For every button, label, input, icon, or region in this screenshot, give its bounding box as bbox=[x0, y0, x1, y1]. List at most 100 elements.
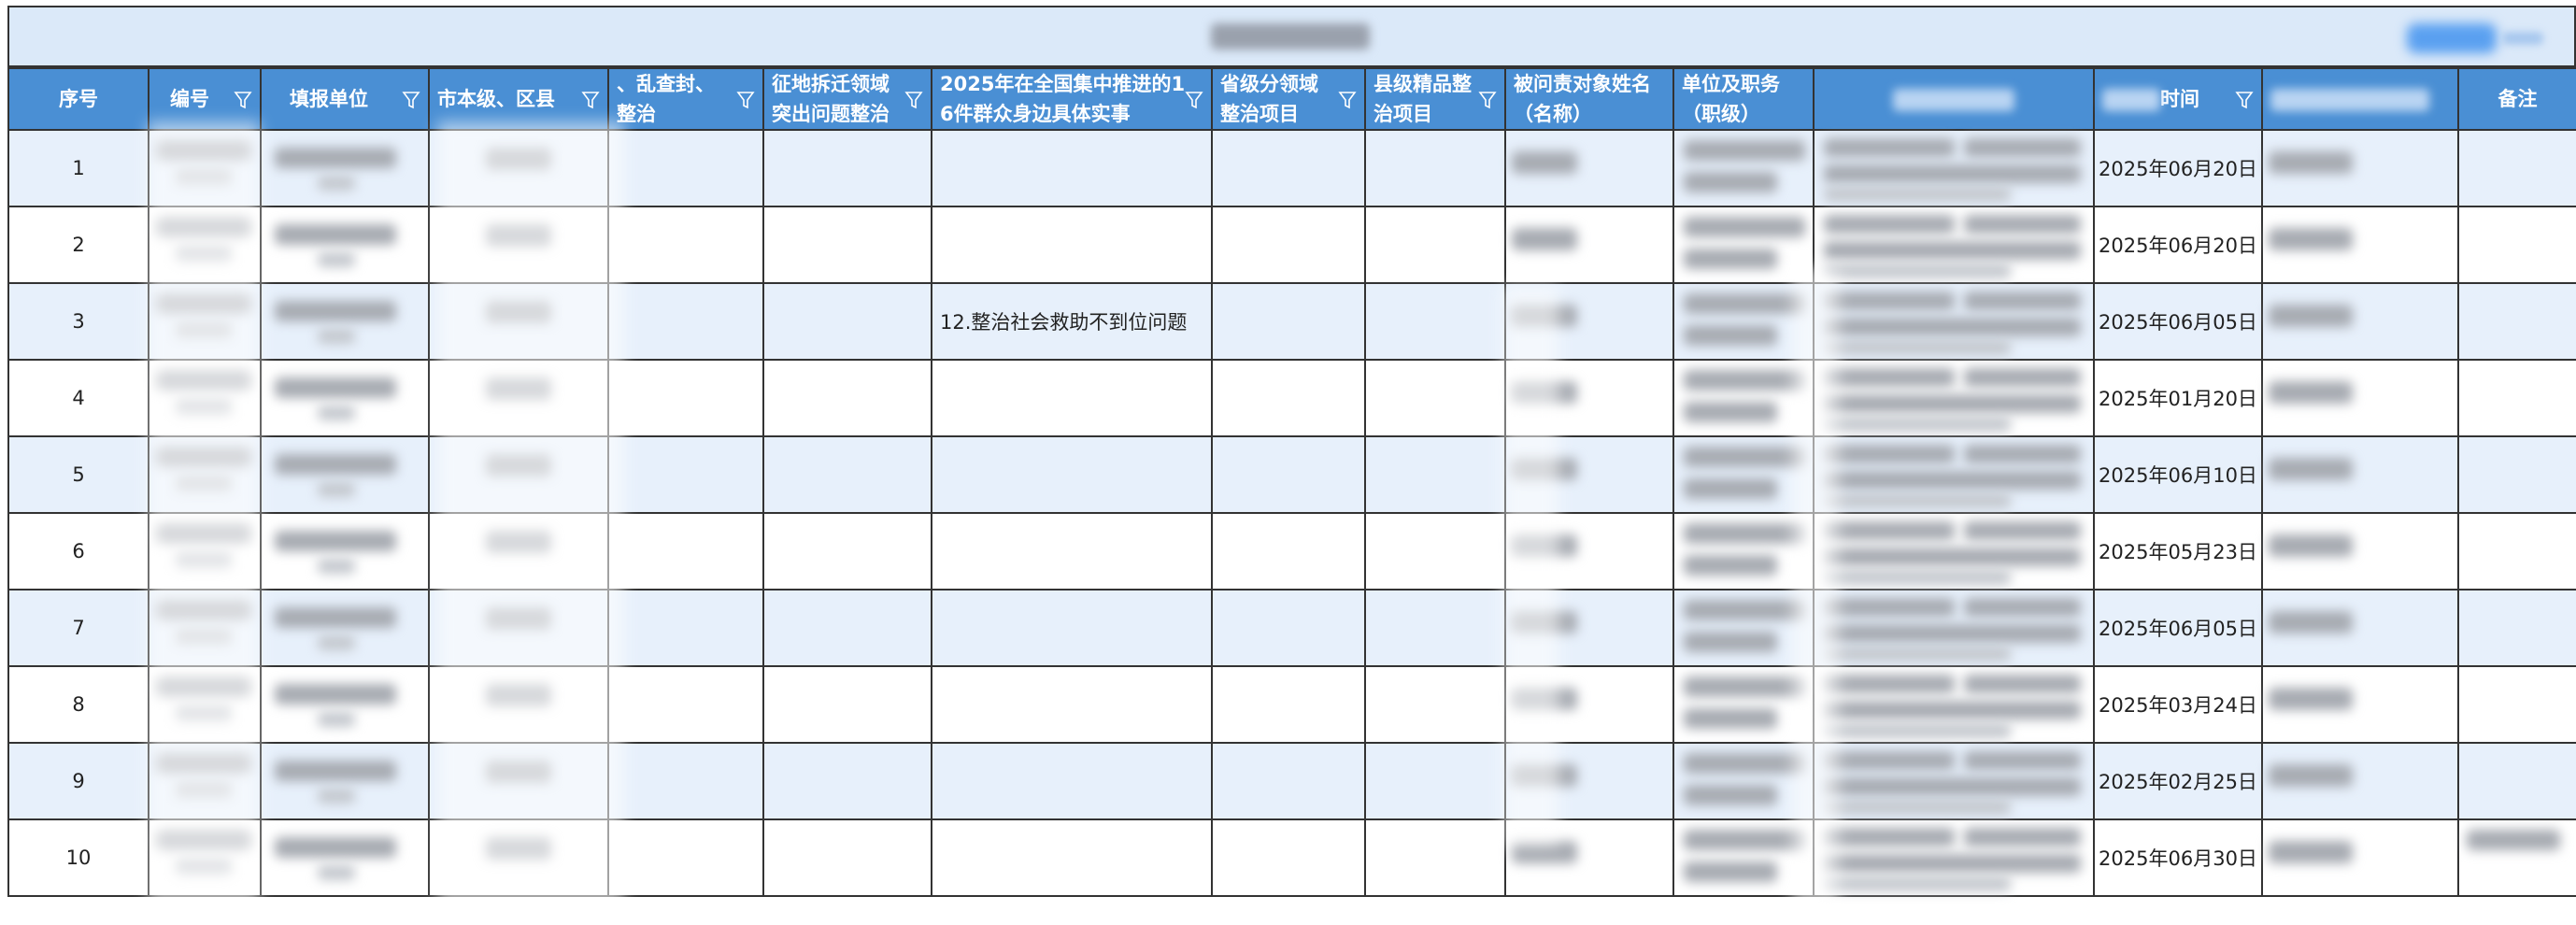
cell-remark[interactable] bbox=[2457, 435, 2576, 514]
cell-remark[interactable] bbox=[2457, 359, 2576, 437]
cell-name-redacted[interactable] bbox=[1504, 742, 1674, 820]
table-row[interactable]: 3 12.整治社会救助不到位问题 2025年06月05日 bbox=[7, 282, 2576, 361]
cell-unit-redacted[interactable] bbox=[260, 589, 430, 667]
cell-land[interactable] bbox=[762, 818, 932, 897]
table-row[interactable]: 6 2025年05月23日 bbox=[7, 512, 2576, 591]
cell-name-redacted[interactable] bbox=[1504, 512, 1674, 591]
cell-unit-redacted[interactable] bbox=[260, 665, 430, 744]
cell-seq[interactable]: 7 bbox=[7, 589, 149, 667]
cell-district-redacted[interactable] bbox=[428, 282, 609, 361]
cell-post-redacted[interactable] bbox=[1672, 512, 1815, 591]
cell-district-redacted[interactable] bbox=[428, 206, 609, 284]
title-badge-redacted[interactable] bbox=[2407, 23, 2497, 53]
cell-remark[interactable] bbox=[2457, 512, 2576, 591]
cell-county[interactable] bbox=[1364, 129, 1506, 207]
header-code[interactable]: 编号 bbox=[148, 67, 262, 131]
cell-cut[interactable] bbox=[607, 589, 764, 667]
cell-code-redacted[interactable] bbox=[148, 359, 262, 437]
cell-cut[interactable] bbox=[607, 665, 764, 744]
cell-land[interactable] bbox=[762, 435, 932, 514]
cell-county[interactable] bbox=[1364, 589, 1506, 667]
cell-seq[interactable]: 1 bbox=[7, 129, 149, 207]
cell-prov[interactable] bbox=[1211, 589, 1366, 667]
cell-detail-redacted[interactable] bbox=[1813, 665, 2095, 744]
cell-unit-redacted[interactable] bbox=[260, 818, 430, 897]
cell-seq[interactable]: 5 bbox=[7, 435, 149, 514]
cell-seq[interactable]: 4 bbox=[7, 359, 149, 437]
cell-post-redacted[interactable] bbox=[1672, 359, 1815, 437]
cell-post-redacted[interactable] bbox=[1672, 129, 1815, 207]
cell-district-redacted[interactable] bbox=[428, 818, 609, 897]
cell-code-redacted[interactable] bbox=[148, 589, 262, 667]
cell-date[interactable]: 2025年05月23日 bbox=[2093, 512, 2263, 591]
cell-issue[interactable] bbox=[931, 435, 1213, 514]
cell-district-redacted[interactable] bbox=[428, 359, 609, 437]
cell-land[interactable] bbox=[762, 282, 932, 361]
table-row[interactable]: 7 2025年06月05日 bbox=[7, 589, 2576, 667]
cell-seq[interactable]: 3 bbox=[7, 282, 149, 361]
cell-remark[interactable] bbox=[2457, 282, 2576, 361]
cell-issue[interactable] bbox=[931, 818, 1213, 897]
cell-unit-redacted[interactable] bbox=[260, 129, 430, 207]
cell-prov[interactable] bbox=[1211, 359, 1366, 437]
cell-prov[interactable] bbox=[1211, 435, 1366, 514]
cell-remark[interactable] bbox=[2457, 665, 2576, 744]
cell-code-redacted[interactable] bbox=[148, 206, 262, 284]
header-unit[interactable]: 填报单位 bbox=[260, 67, 430, 131]
cell-date[interactable]: 2025年06月20日 bbox=[2093, 206, 2263, 284]
cell-district-redacted[interactable] bbox=[428, 665, 609, 744]
cell-cut[interactable] bbox=[607, 818, 764, 897]
cell-land[interactable] bbox=[762, 742, 932, 820]
filter-icon[interactable] bbox=[736, 89, 755, 109]
cell-prov[interactable] bbox=[1211, 206, 1366, 284]
cell-person-redacted[interactable] bbox=[2261, 282, 2459, 361]
cell-cut[interactable] bbox=[607, 206, 764, 284]
cell-name-redacted[interactable] bbox=[1504, 589, 1674, 667]
header-land[interactable]: 征地拆迁领域 突出问题整治 bbox=[762, 67, 932, 131]
cell-district-redacted[interactable] bbox=[428, 742, 609, 820]
cell-prov[interactable] bbox=[1211, 665, 1366, 744]
cell-cut[interactable] bbox=[607, 282, 764, 361]
cell-county[interactable] bbox=[1364, 206, 1506, 284]
cell-county[interactable] bbox=[1364, 359, 1506, 437]
cell-detail-redacted[interactable] bbox=[1813, 742, 2095, 820]
header-county[interactable]: 县级精品整 治项目 bbox=[1364, 67, 1506, 131]
cell-name-redacted[interactable] bbox=[1504, 206, 1674, 284]
filter-icon[interactable] bbox=[904, 89, 923, 109]
cell-remark[interactable] bbox=[2457, 206, 2576, 284]
cell-code-redacted[interactable] bbox=[148, 512, 262, 591]
cell-date[interactable]: 2025年02月25日 bbox=[2093, 742, 2263, 820]
cell-county[interactable] bbox=[1364, 818, 1506, 897]
cell-code-redacted[interactable] bbox=[148, 818, 262, 897]
table-row[interactable]: 1 2025年06月20日 bbox=[7, 129, 2576, 207]
cell-county[interactable] bbox=[1364, 742, 1506, 820]
cell-code-redacted[interactable] bbox=[148, 665, 262, 744]
cell-remark[interactable] bbox=[2457, 818, 2576, 897]
cell-cut[interactable] bbox=[607, 512, 764, 591]
cell-land[interactable] bbox=[762, 665, 932, 744]
header-issue[interactable]: 2025年在全国集中推进的1 6件群众身边具体实事 bbox=[931, 67, 1213, 131]
filter-icon[interactable] bbox=[1478, 89, 1497, 109]
cell-prov[interactable] bbox=[1211, 282, 1366, 361]
cell-detail-redacted[interactable] bbox=[1813, 818, 2095, 897]
cell-district-redacted[interactable] bbox=[428, 512, 609, 591]
table-row[interactable]: 9 2025年02月25日 bbox=[7, 742, 2576, 820]
cell-county[interactable] bbox=[1364, 282, 1506, 361]
cell-name-redacted[interactable] bbox=[1504, 359, 1674, 437]
cell-person-redacted[interactable] bbox=[2261, 818, 2459, 897]
cell-post-redacted[interactable] bbox=[1672, 589, 1815, 667]
cell-person-redacted[interactable] bbox=[2261, 589, 2459, 667]
cell-seq[interactable]: 2 bbox=[7, 206, 149, 284]
cell-person-redacted[interactable] bbox=[2261, 129, 2459, 207]
table-row[interactable]: 5 2025年06月10日 bbox=[7, 435, 2576, 514]
cell-land[interactable] bbox=[762, 359, 932, 437]
cell-person-redacted[interactable] bbox=[2261, 665, 2459, 744]
cell-detail-redacted[interactable] bbox=[1813, 206, 2095, 284]
cell-detail-redacted[interactable] bbox=[1813, 589, 2095, 667]
cell-issue[interactable] bbox=[931, 359, 1213, 437]
cell-land[interactable] bbox=[762, 129, 932, 207]
cell-name-redacted[interactable] bbox=[1504, 129, 1674, 207]
filter-icon[interactable] bbox=[581, 89, 600, 109]
cell-code-redacted[interactable] bbox=[148, 129, 262, 207]
filter-icon[interactable] bbox=[1185, 89, 1203, 109]
